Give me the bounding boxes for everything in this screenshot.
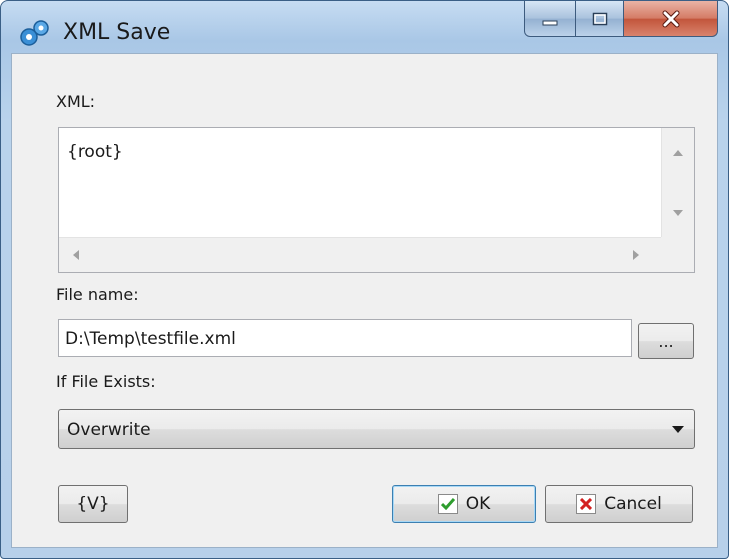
ok-button[interactable]: OK [392, 485, 536, 523]
scroll-up-arrow-icon[interactable] [673, 150, 683, 156]
xml-textarea[interactable]: {root} [58, 127, 695, 273]
caption-buttons [524, 1, 718, 37]
if-file-exists-select[interactable]: Overwrite [58, 409, 695, 449]
file-name-input[interactable]: D:\Temp\testfile.xml [58, 319, 632, 357]
maximize-icon [592, 12, 607, 25]
x-icon [576, 494, 597, 514]
minimize-icon [542, 20, 558, 25]
cancel-button[interactable]: Cancel [545, 485, 693, 523]
if-file-exists-label: If File Exists: [56, 372, 156, 391]
xml-save-window: XML Save XML: {root} File name: D:\Temp\… [0, 0, 729, 559]
chevron-down-icon [672, 426, 684, 433]
minimize-button[interactable] [524, 1, 576, 37]
xml-label: XML: [56, 92, 96, 111]
gears-icon [20, 20, 49, 46]
close-icon [662, 10, 679, 27]
scroll-right-arrow-icon[interactable] [633, 250, 639, 260]
scroll-down-arrow-icon[interactable] [673, 210, 683, 216]
scrollbar-corner [661, 237, 694, 272]
dialog-body: XML: {root} File name: D:\Temp\testfile.… [11, 53, 718, 548]
xml-textarea-value: {root} [67, 142, 123, 162]
horizontal-scrollbar[interactable] [59, 237, 662, 272]
title-bar[interactable]: XML Save [1, 1, 728, 53]
ok-button-label: OK [465, 494, 491, 514]
cancel-button-label: Cancel [604, 494, 662, 514]
browse-button[interactable]: ... [638, 323, 694, 359]
file-name-label: File name: [56, 285, 139, 304]
variables-button[interactable]: {V} [58, 485, 128, 523]
scroll-left-arrow-icon[interactable] [73, 250, 79, 260]
close-button[interactable] [624, 1, 718, 37]
maximize-button[interactable] [576, 1, 624, 37]
vertical-scrollbar[interactable] [661, 128, 694, 237]
checkmark-icon [437, 494, 458, 514]
window-title: XML Save [63, 20, 171, 45]
if-file-exists-selected: Overwrite [67, 420, 151, 440]
